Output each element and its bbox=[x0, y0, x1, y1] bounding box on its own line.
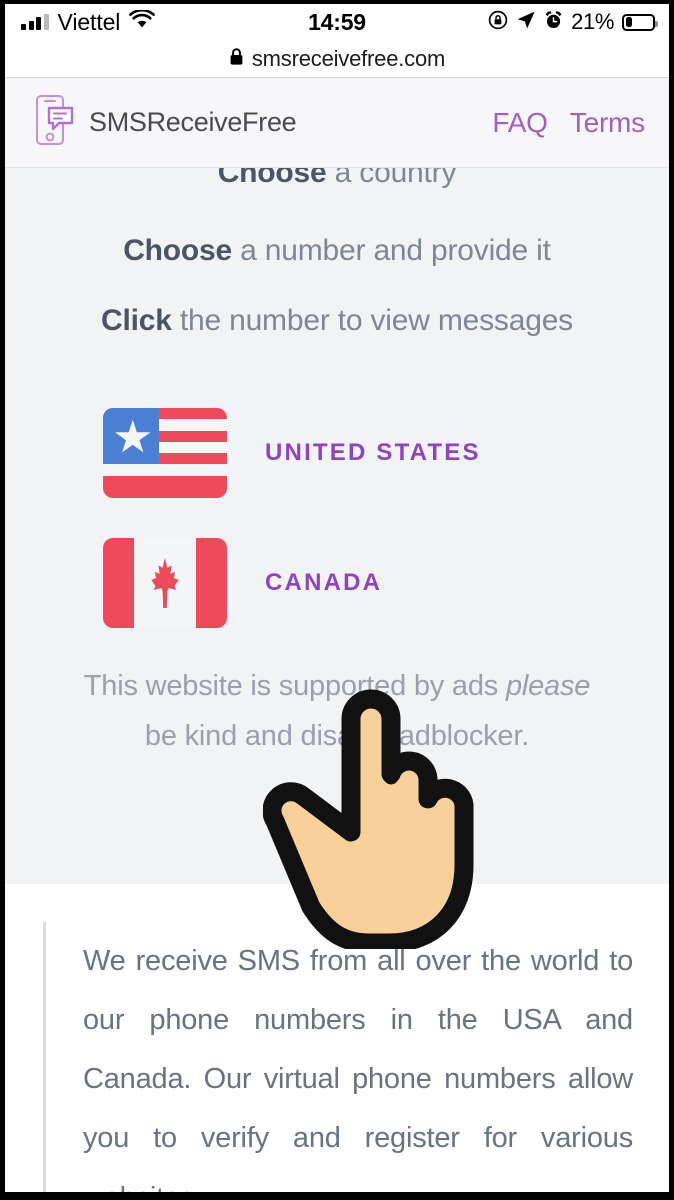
step-click-number: Click the number to view messages bbox=[5, 306, 669, 336]
step-choose-number: Choose a number and provide it bbox=[5, 236, 669, 266]
left-rule-divider bbox=[43, 922, 46, 1192]
wifi-icon bbox=[129, 8, 156, 34]
step-3-rest: the number to view messages bbox=[171, 304, 573, 337]
lock-icon bbox=[229, 47, 244, 71]
step-2-rest: a number and provide it bbox=[232, 234, 551, 267]
flag-united-states-icon bbox=[103, 408, 227, 498]
country-name-label: UNITED STATES bbox=[265, 439, 481, 466]
brand-name-label: SMSReceiveFree bbox=[89, 107, 297, 137]
country-item-united-states[interactable]: UNITED STATES bbox=[5, 388, 669, 518]
rotation-lock-icon bbox=[488, 10, 508, 35]
browser-url-bar[interactable]: smsreceivefree.com bbox=[5, 40, 669, 78]
country-item-canada[interactable]: CANADA bbox=[5, 518, 669, 648]
ad-notice: This website is supported by ads please … bbox=[5, 662, 669, 762]
ad-notice-emphasis: please bbox=[505, 670, 591, 702]
carrier-label: Viettel bbox=[57, 8, 121, 35]
ad-notice-line-2: be kind and disable adblocker. bbox=[144, 719, 530, 752]
steps-list: Choose a country Choose a number and pro… bbox=[5, 168, 669, 336]
url-text: smsreceivefree.com bbox=[251, 45, 446, 71]
hero-section: Choose a country Choose a number and pro… bbox=[5, 168, 669, 884]
header-nav: FAQ Terms bbox=[492, 107, 645, 139]
brand-logo[interactable]: SMSReceiveFree bbox=[35, 94, 297, 151]
article-paragraph: We receive SMS from all over the world t… bbox=[83, 945, 633, 1200]
location-arrow-icon bbox=[516, 10, 536, 35]
nav-link-faq[interactable]: FAQ bbox=[492, 107, 548, 139]
flag-wrap bbox=[103, 538, 251, 628]
battery-icon bbox=[622, 13, 658, 31]
step-1-rest: a country bbox=[326, 168, 457, 189]
alarm-clock-icon bbox=[544, 10, 563, 35]
status-bar-right: 21% bbox=[488, 9, 658, 35]
flag-canada-icon bbox=[103, 538, 227, 628]
country-name-label: CANADA bbox=[265, 569, 383, 596]
step-choose-country: Choose a country bbox=[5, 168, 669, 196]
site-header: SMSReceiveFree FAQ Terms bbox=[5, 78, 669, 168]
signal-bars-icon bbox=[21, 14, 49, 30]
clock-label: 14:59 bbox=[308, 8, 366, 35]
nav-link-terms[interactable]: Terms bbox=[570, 107, 645, 139]
status-bar-left: Viettel bbox=[21, 8, 156, 36]
step-1-strong: Choose bbox=[217, 168, 327, 189]
sms-phone-logo-icon bbox=[35, 94, 75, 151]
flag-wrap bbox=[103, 408, 251, 498]
step-3-strong: Click bbox=[101, 304, 172, 337]
country-list: UNITED STATES CANADA bbox=[5, 388, 669, 648]
status-bar: Viettel 14:59 21% bbox=[5, 4, 669, 40]
battery-percent-label: 21% bbox=[571, 9, 614, 34]
article-section: We receive SMS from all over the world t… bbox=[5, 884, 669, 1200]
ad-notice-line-1: This website is supported by ads bbox=[83, 670, 506, 702]
phone-screen: Viettel 14:59 21% smsreceivefree.com SMS… bbox=[0, 0, 674, 1200]
step-2-strong: Choose bbox=[123, 234, 233, 267]
